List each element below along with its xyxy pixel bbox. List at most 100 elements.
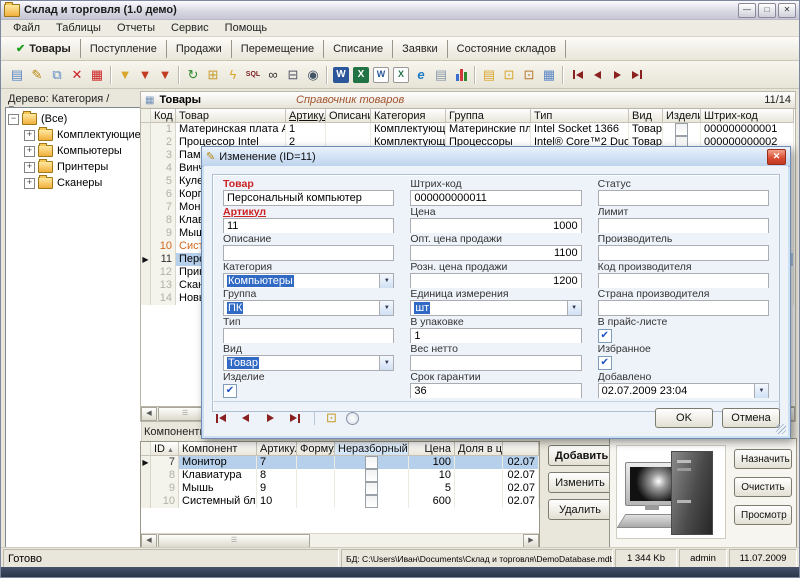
field-izdelie[interactable]: ✔ — [223, 384, 237, 398]
export-word-icon[interactable]: W — [331, 65, 351, 85]
goods-col-header[interactable]: Вид — [629, 109, 663, 123]
menu-item-4[interactable]: Помощь — [217, 21, 276, 35]
field-srok-garantii[interactable]: 36 — [410, 383, 581, 399]
tree-view-icon[interactable]: ⊞ — [203, 65, 223, 85]
checkbox-unchecked[interactable] — [675, 123, 688, 136]
form-settings-icon[interactable]: ⊡ — [499, 65, 519, 85]
export-html-icon[interactable]: e — [411, 65, 431, 85]
nav-first-icon[interactable] — [567, 65, 587, 85]
field-v-prays-liste[interactable]: ✔ — [598, 329, 612, 343]
field-opt-cena[interactable]: 1100 — [410, 245, 581, 261]
field-status[interactable] — [598, 190, 769, 206]
tab-5[interactable]: Заявки — [393, 40, 448, 58]
dropdown-icon[interactable]: ▼ — [379, 274, 393, 288]
components-hscrollbar[interactable]: ◀▶ — [141, 533, 539, 548]
nav-next-icon[interactable] — [607, 65, 627, 85]
grid-settings-icon[interactable]: ⊡ — [519, 65, 539, 85]
edit-record-icon[interactable]: ✎ — [27, 65, 47, 85]
field-v-upakovke[interactable]: 1 — [410, 328, 581, 344]
tree-item-1[interactable]: +Компьютеры — [8, 143, 139, 159]
field-strana[interactable] — [598, 300, 769, 316]
goods-col-header[interactable]: Группа — [446, 109, 531, 123]
assign-image-button[interactable]: Назначить — [734, 449, 792, 469]
field-limit[interactable] — [598, 218, 769, 234]
checkbox-unchecked[interactable] — [365, 469, 378, 482]
field-dobavleno[interactable]: 02.07.2009 23:04▼ — [598, 383, 769, 399]
field-kategoriya[interactable]: Компьютеры▼ — [223, 273, 394, 289]
nav-last-icon[interactable] — [627, 65, 647, 85]
nav-prev-icon[interactable] — [237, 411, 253, 426]
scroll-left-icon[interactable]: ◀ — [141, 407, 157, 421]
restore-button[interactable]: □ — [758, 3, 776, 18]
components-col-header[interactable]: Компонент — [179, 442, 257, 456]
print-icon[interactable]: ⊟ — [283, 65, 303, 85]
field-tip[interactable] — [223, 328, 394, 344]
chart-icon[interactable] — [451, 65, 471, 85]
add-record-icon[interactable]: ▤ — [7, 65, 27, 85]
field-rozn-cena[interactable]: 1200 — [410, 273, 581, 289]
delete-table-icon[interactable]: ▦ — [87, 65, 107, 85]
menu-item-0[interactable]: Файл — [5, 21, 48, 35]
clear-image-button[interactable]: Очистить — [734, 477, 792, 497]
copy-record-icon[interactable]: ⧉ — [47, 65, 67, 85]
expand-icon[interactable]: + — [24, 146, 35, 157]
nav-next-icon[interactable] — [262, 411, 278, 426]
minimize-button[interactable]: — — [738, 3, 756, 18]
export-text-icon[interactable]: ▤ — [431, 65, 451, 85]
goods-col-header[interactable]: Код▲ — [151, 109, 176, 123]
title-bar[interactable]: Склад и торговля (1.0 демо) —□✕ — [1, 1, 799, 20]
field-proizvoditel[interactable] — [598, 245, 769, 261]
goods-col-header[interactable]: Штрих-код — [701, 109, 794, 123]
goods-col-header[interactable]: Изделие — [663, 109, 701, 123]
menu-item-3[interactable]: Сервис — [163, 21, 217, 35]
components-col-header[interactable] — [503, 442, 539, 456]
goods-row[interactable]: 1Материнская плата Asus1КомплектующиеМат… — [141, 123, 795, 136]
components-col-header[interactable]: Доля в цене — [455, 442, 503, 456]
dropdown-icon[interactable]: ▼ — [379, 356, 393, 370]
components-row[interactable]: 9Мышь9502.07 — [141, 482, 539, 495]
components-row[interactable]: 10Системный блок1060002.07 — [141, 495, 539, 508]
tree-item-2[interactable]: +Принтеры — [8, 159, 139, 175]
components-row[interactable]: 8Клавиатура81002.07 — [141, 469, 539, 482]
checkbox-unchecked[interactable] — [365, 456, 378, 469]
resize-grip[interactable] — [776, 424, 786, 434]
goods-col-header[interactable]: Товар — [176, 109, 286, 123]
components-col-header[interactable]: Цена — [409, 442, 455, 456]
field-artikul[interactable]: 11 — [223, 218, 394, 234]
field-izbrannoe[interactable]: ✔ — [598, 356, 612, 370]
nav-last-icon[interactable] — [287, 411, 303, 426]
edit-component-button[interactable]: Изменить — [548, 472, 612, 493]
search-icon[interactable]: ∞ — [263, 65, 283, 85]
nav-prev-icon[interactable] — [587, 65, 607, 85]
clock-icon[interactable] — [346, 412, 359, 425]
tree-item-3[interactable]: +Сканеры — [8, 175, 139, 191]
goods-col-header[interactable]: Описание — [326, 109, 371, 123]
components-col-header[interactable]: ID▲ — [151, 442, 179, 456]
field-tovar[interactable]: Персональный компьютер — [223, 190, 394, 206]
menu-item-1[interactable]: Таблицы — [48, 21, 109, 35]
tab-4[interactable]: Списание — [324, 40, 393, 58]
dialog-title-bar[interactable]: ✎ Изменение (ID=11) ✕ — [202, 147, 790, 167]
view-image-button[interactable]: Просмотр — [734, 505, 792, 525]
tree-root[interactable]: −(Все) — [8, 111, 139, 127]
report-excel-icon[interactable]: X — [391, 65, 411, 85]
new-form-icon[interactable]: ▤ — [479, 65, 499, 85]
checkbox-unchecked[interactable] — [365, 482, 378, 495]
expand-icon[interactable]: + — [24, 130, 35, 141]
ok-button[interactable]: OK — [655, 408, 713, 428]
tab-0[interactable]: ✔Товары — [7, 39, 81, 58]
checkbox-unchecked[interactable] — [365, 495, 378, 508]
filter-clear-icon[interactable]: ▼ — [155, 65, 175, 85]
close-button[interactable]: ✕ — [778, 3, 796, 18]
scroll-thumb[interactable] — [158, 534, 310, 548]
filter-remove-icon[interactable]: ▼ — [135, 65, 155, 85]
field-cena[interactable]: 1000 — [410, 218, 581, 234]
goods-col-header[interactable]: Категория — [371, 109, 446, 123]
components-col-header[interactable]: Неразборный — [335, 442, 409, 456]
expand-icon[interactable]: + — [24, 162, 35, 173]
cancel-button[interactable]: Отмена — [722, 408, 780, 428]
delete-component-button[interactable]: Удалить — [548, 499, 612, 520]
goods-col-header[interactable]: Артикул — [286, 109, 326, 123]
field-shtrih-kod[interactable]: 000000000011 — [410, 190, 581, 206]
components-row[interactable]: ▶7Монитор710002.07 — [141, 456, 539, 469]
